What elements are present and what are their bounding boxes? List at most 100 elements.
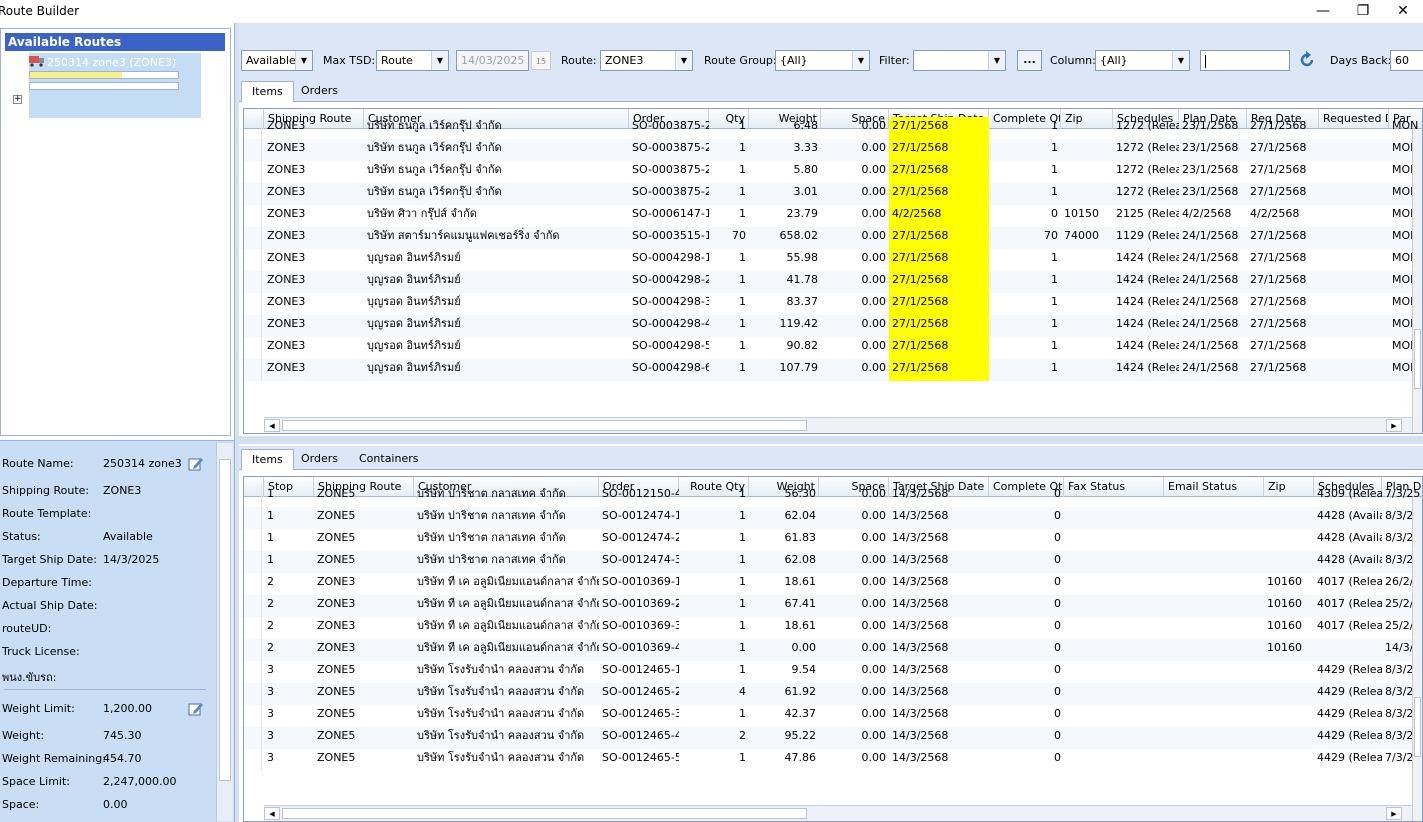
table-row[interactable]: 1 ZONE5 บริษัท ปาริชาต กลาสเทค จำกัด SO-001… — [244, 529, 1422, 551]
row-selector[interactable] — [244, 337, 262, 359]
days-back-input[interactable]: 60 — [1390, 50, 1423, 71]
row-selector[interactable] — [244, 749, 262, 771]
table-cell: 0.00 — [791, 641, 817, 654]
table-row[interactable]: 3 ZONE5 บริษัท โรงรับจำนำ คลองสวน จำกัด SO-… — [244, 661, 1422, 683]
row-selector[interactable] — [244, 315, 262, 337]
row-selector[interactable] — [244, 249, 262, 271]
filter-combo[interactable]: ▼ — [913, 50, 1006, 71]
row-selector[interactable] — [244, 507, 262, 529]
date-field[interactable]: 14/03/2025 — [456, 50, 529, 71]
vertical-scrollbar[interactable] — [1412, 497, 1422, 821]
refresh-icon[interactable] — [1298, 51, 1316, 69]
vertical-scroll-thumb[interactable] — [1414, 697, 1421, 757]
row-selector[interactable] — [244, 139, 262, 161]
row-selector[interactable] — [244, 617, 262, 639]
table-cell — [1064, 507, 1164, 529]
row-selector[interactable] — [244, 117, 262, 139]
minimize-button[interactable]: — — [1305, 0, 1341, 23]
vertical-scrollbar[interactable] — [1412, 129, 1422, 433]
route-group-combo[interactable]: {All} ▼ — [775, 50, 870, 71]
table-row[interactable]: ZONE3 บุญรอด อินทร์ภิรมย์ SO-0004298-1 1 55.… — [244, 249, 1422, 271]
details-scroll-thumb[interactable] — [219, 459, 231, 781]
calendar-icon[interactable]: 15 — [531, 51, 551, 70]
table-row[interactable]: ZONE3 บริษัท ธนกูล เวิร์คกรุ๊ป จำกัด SO-00… — [244, 117, 1422, 139]
max-tsd-combo[interactable]: Route ▼ — [376, 50, 449, 71]
row-selector[interactable] — [244, 485, 262, 507]
row-selector[interactable] — [244, 293, 262, 315]
table-cell: 23/1/2568 — [1182, 163, 1239, 176]
row-selector[interactable] — [244, 705, 262, 727]
search-input[interactable] — [1200, 50, 1290, 71]
row-selector[interactable] — [244, 595, 262, 617]
table-cell: 107.79 — [779, 361, 819, 374]
scroll-left-icon[interactable]: ◀ — [264, 419, 280, 432]
row-selector[interactable] — [244, 227, 262, 249]
edit-limits-icon[interactable] — [188, 701, 204, 717]
tab-items-bottom[interactable]: Items — [241, 449, 294, 471]
detail-label: routeUD: — [2, 622, 52, 635]
row-selector[interactable] — [244, 551, 262, 573]
table-row[interactable]: ZONE3 บุญรอด อินทร์ภิรมย์ SO-0004298-6 1 107… — [244, 359, 1422, 381]
table-row[interactable]: ZONE3 บริษัท ศิวา กรุ๊ปส์ จำกัด SO-0006147… — [244, 205, 1422, 227]
table-row[interactable]: 2 ZONE3 บริษัท ที เค อลูมิเนียมแอนด์กลาส จ… — [244, 573, 1422, 595]
row-selector[interactable] — [244, 359, 262, 381]
table-row[interactable]: 1 ZONE5 บริษัท ปาริชาต กลาสเทค จำกัด SO-001… — [244, 507, 1422, 529]
route-combo[interactable]: ZONE3 ▼ — [600, 50, 693, 71]
row-selector[interactable] — [244, 661, 262, 683]
table-cell: 27/1/2568 — [889, 315, 989, 337]
tab-orders-bottom[interactable]: Orders — [291, 449, 348, 471]
table-row[interactable]: ZONE3 บุญรอด อินทร์ภิรมย์ SO-0004298-3 1 83.… — [244, 293, 1422, 315]
table-row[interactable]: 1 ZONE5 บริษัท ปาริชาต กลาสเทค จำกัด SO-001… — [244, 485, 1422, 507]
table-row[interactable]: ZONE3 บริษัท สตาร์มาร์คแมนูแฟคเชอร์ริ่ง จ… — [244, 227, 1422, 249]
close-button[interactable]: ✕ — [1385, 0, 1421, 23]
table-row[interactable]: 1 ZONE5 บริษัท ปาริชาต กลาสเทค จำกัด SO-001… — [244, 551, 1422, 573]
table-cell: 4428 (Availal — [1317, 509, 1382, 522]
row-selector[interactable] — [244, 161, 262, 183]
table-row[interactable]: ZONE3 บริษัท ธนกูล เวิร์คกรุ๊ป จำกัด SO-00… — [244, 161, 1422, 183]
row-selector[interactable] — [244, 529, 262, 551]
table-row[interactable]: 2 ZONE3 บริษัท ที เค อลูมิเนียมแอนด์กลาส จ… — [244, 595, 1422, 617]
table-row[interactable]: ZONE3 บุญรอด อินทร์ภิรมย์ SO-0004298-4 1 119… — [244, 315, 1422, 337]
row-selector[interactable] — [244, 639, 262, 661]
tab-containers-bottom[interactable]: Containers — [349, 449, 429, 471]
table-row[interactable]: ZONE3 บริษัท ธนกูล เวิร์คกรุ๊ป จำกัด SO-00… — [244, 139, 1422, 161]
column-combo[interactable]: {All} ▼ — [1095, 50, 1190, 71]
scroll-left-icon[interactable]: ◀ — [264, 807, 280, 820]
table-row[interactable]: 2 ZONE3 บริษัท ที เค อลูมิเนียมแอนด์กลาส จ… — [244, 617, 1422, 639]
table-row[interactable]: 3 ZONE5 บริษัท โรงรับจำนำ คลองสวน จำกัด SO-… — [244, 705, 1422, 727]
filter-options-button[interactable]: ... — [1017, 50, 1042, 71]
route-tree-node[interactable]: 250314 zone3 (ZONE3) — [29, 53, 201, 118]
row-selector[interactable] — [244, 183, 262, 205]
row-selector[interactable] — [244, 727, 262, 749]
tree-expander[interactable]: + — [13, 95, 22, 104]
horizontal-scroll-thumb[interactable] — [282, 808, 807, 819]
table-cell: 4017 (Releas — [1317, 597, 1382, 610]
table-cell: SO-0012150-4 — [602, 487, 679, 500]
scroll-right-icon[interactable]: ▶ — [1386, 807, 1402, 820]
maximize-button[interactable]: ❐ — [1345, 0, 1381, 23]
table-row[interactable]: ZONE3 บริษัท ธนกูล เวิร์คกรุ๊ป จำกัด SO-00… — [244, 183, 1422, 205]
scroll-right-icon[interactable]: ▶ — [1386, 419, 1402, 432]
horizontal-scrollbar[interactable]: ◀ ▶ — [264, 805, 1422, 821]
table-cell: 0.00 — [861, 663, 887, 676]
row-selector[interactable] — [244, 271, 262, 293]
table-row[interactable]: 3 ZONE5 บริษัท โรงรับจำนำ คลองสวน จำกัด SO-… — [244, 683, 1422, 705]
row-selector[interactable] — [244, 683, 262, 705]
horizontal-scroll-thumb[interactable] — [282, 420, 807, 431]
edit-route-icon[interactable] — [188, 456, 204, 472]
row-selector[interactable] — [244, 205, 262, 227]
table-row[interactable]: 3 ZONE5 บริษัท โรงรับจำนำ คลองสวน จำกัด SO-… — [244, 727, 1422, 749]
horizontal-splitter[interactable] — [239, 436, 1423, 444]
vertical-scroll-thumb[interactable] — [1414, 329, 1421, 389]
table-row[interactable]: ZONE3 บุญรอด อินทร์ภิรมย์ SO-0004298-5 1 90.… — [244, 337, 1422, 359]
status-combo[interactable]: Available ▼ — [241, 50, 313, 71]
table-row[interactable]: ZONE3 บุญรอด อินทร์ภิรมย์ SO-0004298-2 1 41.… — [244, 271, 1422, 293]
details-scrollbar[interactable] — [216, 443, 233, 821]
table-row[interactable]: 3 ZONE5 บริษัท โรงรับจำนำ คลองสวน จำกัด SO-… — [244, 749, 1422, 771]
tab-items-top[interactable]: Items — [241, 81, 294, 103]
tab-orders-top[interactable]: Orders — [291, 81, 348, 103]
table-row[interactable]: 2 ZONE3 บริษัท ที เค อลูมิเนียมแอนด์กลาส จ… — [244, 639, 1422, 661]
row-selector[interactable] — [244, 573, 262, 595]
horizontal-scrollbar[interactable]: ◀ ▶ — [264, 417, 1422, 433]
vertical-splitter[interactable] — [234, 23, 239, 822]
